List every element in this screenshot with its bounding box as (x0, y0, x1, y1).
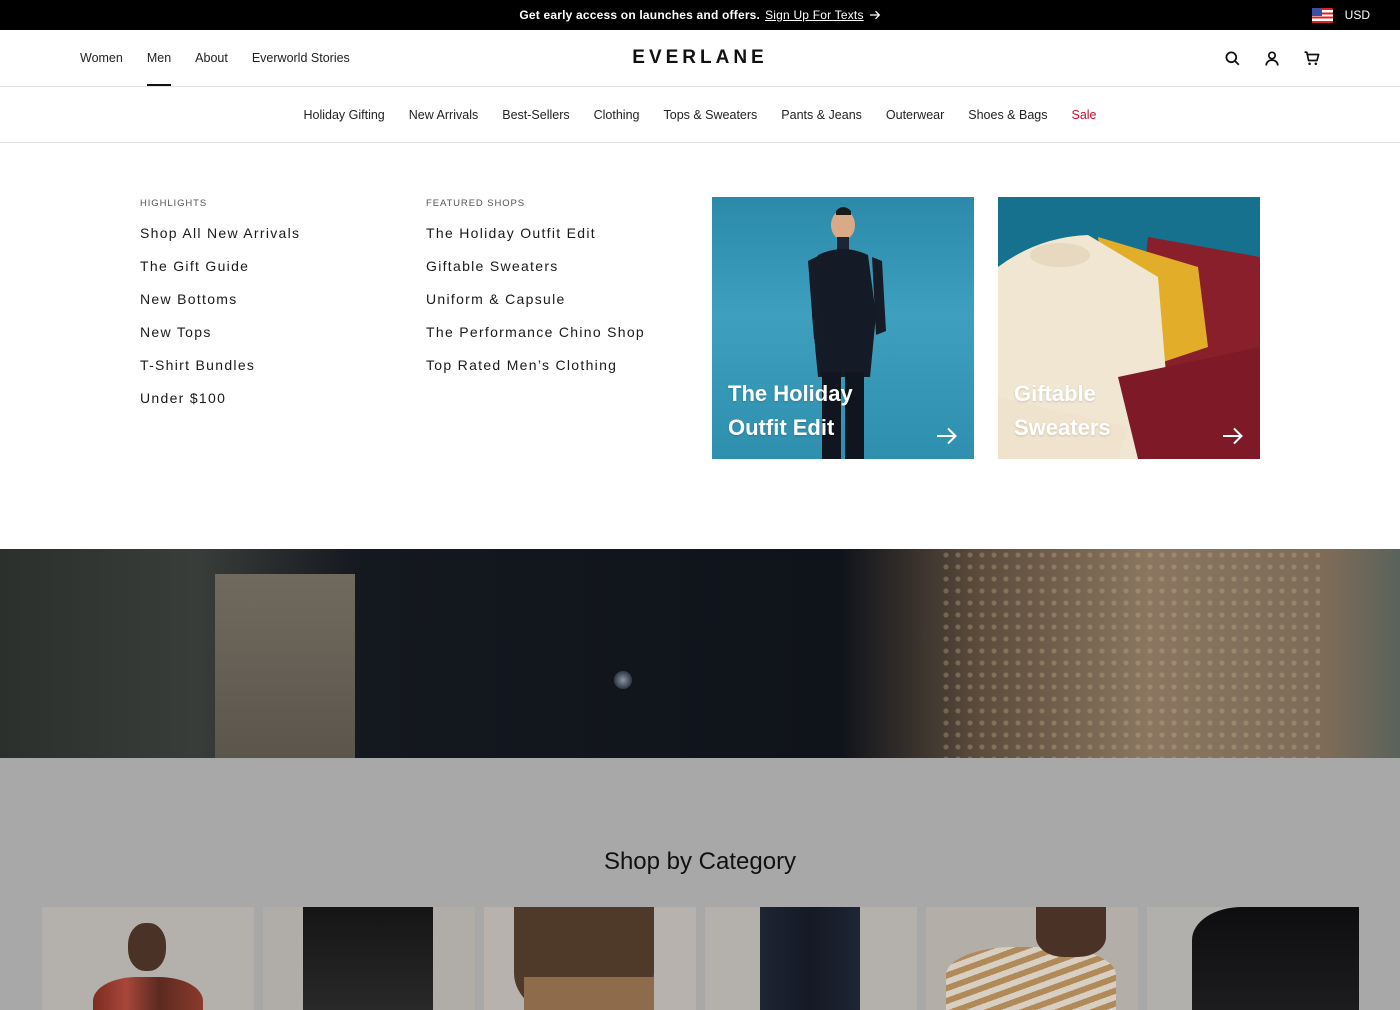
category-tile[interactable] (42, 907, 254, 1010)
menu-link-new-tops[interactable]: New Tops (140, 324, 300, 357)
menu-link-giftable-sweaters[interactable]: Giftable Sweaters (426, 258, 645, 291)
featured-shops-heading: FEATURED SHOPS (426, 198, 525, 209)
hero-background-panel (215, 574, 355, 758)
tile-image-black-jeans (303, 907, 433, 1010)
nav-women[interactable]: Women (80, 30, 123, 86)
sign-up-for-texts-link[interactable]: Sign Up For Texts (765, 8, 864, 22)
cart-icon[interactable] (1304, 50, 1320, 66)
header-icons (1224, 30, 1320, 86)
cat-clothing[interactable]: Clothing (594, 108, 640, 122)
arrow-right-icon (937, 427, 958, 445)
currency-label: USD (1344, 8, 1370, 22)
menu-link-top-rated-mens-clothing[interactable]: Top Rated Men’s Clothing (426, 357, 645, 390)
main-header: Women Men About Everworld Stories EVERLA… (0, 30, 1400, 87)
category-nav: Holiday Gifting New Arrivals Best-Seller… (0, 87, 1400, 143)
category-tile[interactable] (926, 907, 1138, 1010)
play-pause-icon[interactable] (614, 671, 632, 689)
us-flag-icon (1311, 7, 1333, 23)
category-tile[interactable] (263, 907, 475, 1010)
cat-pants-jeans[interactable]: Pants & Jeans (781, 108, 862, 122)
menu-link-new-bottoms[interactable]: New Bottoms (140, 291, 300, 324)
category-tile[interactable] (484, 907, 696, 1010)
menu-link-holiday-outfit-edit[interactable]: The Holiday Outfit Edit (426, 225, 645, 258)
highlights-column: HIGHLIGHTS Shop All New Arrivals The Gif… (140, 198, 300, 423)
highlights-list: Shop All New Arrivals The Gift Guide New… (140, 225, 300, 423)
cat-new-arrivals[interactable]: New Arrivals (409, 108, 478, 122)
category-tiles (42, 907, 1359, 1010)
category-tile[interactable] (1147, 907, 1359, 1010)
tile-image-top (524, 977, 654, 1010)
cat-best-sellers[interactable]: Best-Sellers (502, 108, 569, 122)
announcement-message: Get early access on launches and offers. (519, 8, 761, 22)
promo-title: Giftable Sweaters (1014, 381, 1111, 440)
menu-link-t-shirt-bundles[interactable]: T-Shirt Bundles (140, 357, 300, 390)
nav-men[interactable]: Men (146, 30, 172, 86)
shop-by-category-section: Shop by Category (0, 758, 1400, 1010)
nav-about[interactable]: About (195, 30, 228, 86)
tile-image-trousers (760, 907, 860, 1010)
cat-holiday-gifting[interactable]: Holiday Gifting (303, 108, 384, 122)
tile-image-puffer-jacket (1192, 907, 1359, 1010)
menu-link-performance-chino-shop[interactable]: The Performance Chino Shop (426, 324, 645, 357)
menu-link-under-100[interactable]: Under $100 (140, 390, 300, 423)
currency-selector[interactable]: USD (1311, 0, 1370, 30)
cat-sale[interactable]: Sale (1071, 108, 1096, 122)
promo-card-giftable-sweaters[interactable]: Giftable Sweaters (998, 197, 1260, 459)
everlane-logo[interactable]: EVERLANE (600, 30, 800, 86)
cat-tops-sweaters[interactable]: Tops & Sweaters (664, 108, 758, 122)
featured-shops-list: The Holiday Outfit Edit Giftable Sweater… (426, 225, 645, 390)
search-icon[interactable] (1224, 50, 1240, 66)
menu-link-uniform-capsule[interactable]: Uniform & Capsule (426, 291, 645, 324)
menu-link-shop-all-new-arrivals[interactable]: Shop All New Arrivals (140, 225, 300, 258)
mega-menu: HIGHLIGHTS Shop All New Arrivals The Gif… (0, 143, 1400, 549)
tile-image-flannel (93, 977, 203, 1010)
announcement-bar: Get early access on launches and offers.… (0, 0, 1400, 30)
account-icon[interactable] (1264, 50, 1280, 66)
arrow-right-icon (869, 10, 881, 20)
featured-shops-column: FEATURED SHOPS The Holiday Outfit Edit G… (426, 198, 645, 390)
cat-outerwear[interactable]: Outerwear (886, 108, 944, 122)
hero-knit-texture (940, 549, 1320, 758)
top-nav: Women Men About Everworld Stories (80, 30, 350, 86)
nav-everworld-stories[interactable]: Everworld Stories (252, 30, 350, 86)
menu-link-gift-guide[interactable]: The Gift Guide (140, 258, 300, 291)
arrow-right-icon (1223, 427, 1244, 445)
hero-video-banner (0, 549, 1400, 758)
cat-shoes-bags[interactable]: Shoes & Bags (968, 108, 1047, 122)
tile-image-hair (1036, 907, 1106, 957)
tile-image-striped-sweater (946, 947, 1116, 1010)
tile-image-head (128, 923, 166, 971)
promo-title: The Holiday Outfit Edit (728, 381, 853, 440)
category-tile[interactable] (705, 907, 917, 1010)
section-heading: Shop by Category (603, 848, 797, 875)
promo-card-holiday-outfit-edit[interactable]: The Holiday Outfit Edit (712, 197, 974, 459)
highlights-heading: HIGHLIGHTS (140, 198, 208, 209)
